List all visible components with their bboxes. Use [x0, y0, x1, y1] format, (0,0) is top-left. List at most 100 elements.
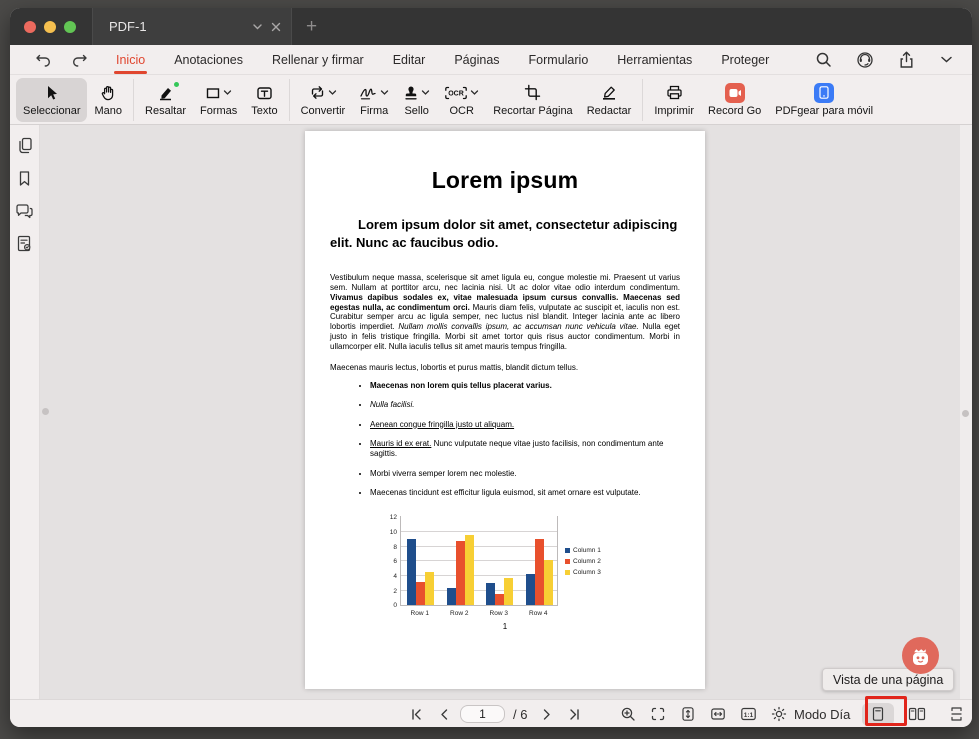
minimize-window-button[interactable] — [44, 21, 56, 33]
ribbon-tabs: Inicio Anotaciones Rellenar y firmar Edi… — [114, 47, 771, 73]
chart-legend: Column 1 Column 2 Column 3 — [565, 516, 601, 606]
redo-icon[interactable] — [70, 48, 88, 72]
continuous-view-button[interactable] — [940, 703, 972, 726]
tab-formulario[interactable]: Formulario — [527, 47, 591, 73]
tab-chevron-down-icon[interactable] — [252, 21, 263, 32]
day-mode-toggle[interactable]: Modo Día — [794, 707, 850, 722]
traffic-lights — [24, 21, 80, 33]
title-bar: PDF-1 + — [10, 8, 972, 45]
comments-icon[interactable] — [15, 203, 34, 219]
zoom-in-icon[interactable] — [616, 702, 640, 726]
share-icon[interactable] — [898, 51, 915, 69]
bar-column-3 — [425, 572, 434, 605]
fit-page-icon[interactable] — [646, 702, 670, 726]
prev-page-icon[interactable] — [432, 702, 456, 726]
signature-tool-button[interactable]: Firma — [352, 78, 396, 122]
bullet-item: Nulla facilisi. — [370, 400, 680, 410]
pdf-page[interactable]: Lorem ipsum Lorem ipsum dolor sit amet, … — [305, 131, 705, 689]
ocr-dropdown-chevron-icon — [470, 88, 479, 97]
status-bar: / 6 1:1 — [10, 699, 972, 727]
actual-size-icon[interactable]: 1:1 — [736, 702, 760, 726]
page-number: 1 — [330, 622, 680, 631]
legend-swatch — [565, 548, 570, 553]
document-body-paragraph: Vestibulum neque massa, scelerisque sit … — [330, 273, 680, 352]
shapes-tool-button[interactable]: Formas — [193, 78, 244, 122]
printer-icon — [666, 83, 683, 103]
legend-label: Column 2 — [573, 558, 601, 565]
x-tick-label: Row 1 — [400, 610, 440, 617]
assistant-mascot-button[interactable] — [902, 637, 939, 674]
bookmarks-icon[interactable] — [17, 170, 32, 187]
print-button[interactable]: Imprimir — [647, 78, 701, 122]
right-pane-resize-handle[interactable] — [962, 410, 969, 417]
menu-bar: Inicio Anotaciones Rellenar y firmar Edi… — [10, 45, 972, 75]
sun-icon — [770, 702, 788, 726]
left-pane-resize-handle[interactable] — [42, 408, 49, 415]
stamp-tool-button[interactable]: Sello — [396, 78, 437, 122]
legend-item: Column 1 — [565, 547, 601, 554]
tab-rellenar-y-firmar[interactable]: Rellenar y firmar — [270, 47, 366, 73]
support-icon[interactable] — [856, 51, 874, 69]
signature-dropdown-chevron-icon — [380, 88, 389, 97]
last-page-icon[interactable] — [563, 702, 587, 726]
search-icon[interactable] — [815, 51, 832, 68]
y-tick-label: 2 — [385, 588, 397, 595]
first-page-icon[interactable] — [404, 702, 428, 726]
gridline — [401, 560, 557, 561]
tab-inicio[interactable]: Inicio — [114, 47, 147, 73]
tab-close-icon[interactable] — [271, 22, 281, 32]
undo-icon[interactable] — [34, 48, 52, 72]
thumbnails-icon[interactable] — [16, 137, 33, 154]
record-go-button[interactable]: Record Go — [701, 78, 768, 122]
pdfgear-mobile-button[interactable]: PDFgear para móvil — [768, 78, 880, 122]
gridline — [401, 546, 557, 547]
legend-item: Column 3 — [565, 569, 601, 576]
two-page-view-button[interactable] — [901, 703, 933, 726]
redact-tool-button[interactable]: Redactar — [580, 78, 639, 122]
ocr-icon: OCR — [444, 85, 468, 101]
next-page-icon[interactable] — [535, 702, 559, 726]
ocr-tool-button[interactable]: OCR OCR — [437, 78, 486, 122]
fit-width-icon[interactable] — [706, 702, 730, 726]
page-number-input[interactable] — [460, 705, 505, 723]
x-tick-label: Row 3 — [479, 610, 519, 617]
highlighter-icon — [157, 83, 175, 103]
document-tab[interactable]: PDF-1 — [92, 8, 292, 45]
tab-paginas[interactable]: Páginas — [452, 47, 501, 73]
y-tick-label: 4 — [385, 573, 397, 580]
crop-page-button[interactable]: Recortar Página — [486, 78, 580, 122]
page-total-label: / 6 — [513, 707, 527, 722]
svg-text:1:1: 1:1 — [743, 712, 753, 719]
text-tool-button[interactable]: Texto — [244, 78, 284, 122]
y-tick-label: 6 — [385, 558, 397, 565]
highlight-tool-button[interactable]: Resaltar — [138, 78, 193, 122]
single-page-view-icon — [871, 706, 885, 722]
continuous-view-icon — [949, 706, 964, 722]
shapes-icon — [205, 85, 221, 101]
signatures-icon[interactable] — [16, 235, 33, 253]
document-canvas[interactable]: Lorem ipsum Lorem ipsum dolor sit amet, … — [40, 125, 972, 699]
bar-column-2 — [535, 539, 544, 605]
legend-swatch — [565, 570, 570, 575]
tab-anotaciones[interactable]: Anotaciones — [172, 47, 245, 73]
zoom-window-button[interactable] — [64, 21, 76, 33]
redact-icon — [600, 83, 618, 103]
collapse-toolbar-chevron-icon[interactable] — [939, 54, 954, 65]
select-tool-button[interactable]: Seleccionar — [16, 78, 87, 122]
shapes-dropdown-chevron-icon — [223, 88, 232, 97]
close-window-button[interactable] — [24, 21, 36, 33]
bullet-item: Mauris id ex erat. Nunc vulputate neque … — [370, 439, 680, 460]
tab-editar[interactable]: Editar — [391, 47, 428, 73]
chart-x-axis-labels: Row 1Row 2Row 3Row 4 — [400, 610, 558, 617]
tab-herramientas[interactable]: Herramientas — [615, 47, 694, 73]
y-tick-label: 8 — [385, 544, 397, 551]
single-page-view-button[interactable] — [862, 703, 894, 726]
convert-tool-button[interactable]: Convertir — [294, 78, 353, 122]
fit-height-icon[interactable] — [676, 702, 700, 726]
robot-icon — [909, 645, 932, 667]
new-tab-button[interactable]: + — [306, 17, 317, 36]
tab-proteger[interactable]: Proteger — [719, 47, 771, 73]
hand-tool-button[interactable]: Mano — [87, 78, 129, 122]
document-tab-title: PDF-1 — [109, 19, 244, 34]
legend-swatch — [565, 559, 570, 564]
